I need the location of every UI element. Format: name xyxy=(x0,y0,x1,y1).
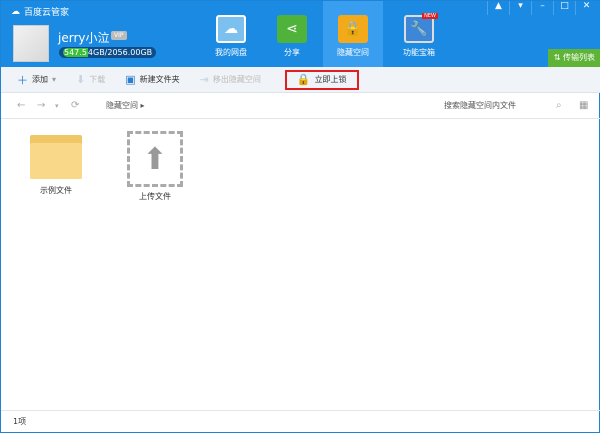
add-button[interactable]: ＋添加 ▾ xyxy=(13,70,60,90)
avatar[interactable] xyxy=(13,25,49,62)
close-icon[interactable]: ✕ xyxy=(575,1,597,15)
back-icon[interactable]: ← xyxy=(17,100,25,111)
breadcrumb[interactable]: 隐藏空间 ▸ xyxy=(106,100,145,111)
search-icon[interactable]: ⌕ xyxy=(556,100,562,111)
move-out-icon: ⇥ xyxy=(199,73,209,86)
folder-item[interactable]: 示例文件 xyxy=(26,131,86,196)
plus-icon: ＋ xyxy=(17,73,28,87)
tab-toolbox[interactable]: 🔧 NEW 功能宝箱 xyxy=(389,1,449,67)
transfer-list-button[interactable]: ⇅ 传输列表 xyxy=(547,49,600,67)
tab-hidden-space[interactable]: 🔒 隐藏空间 xyxy=(323,1,383,67)
lock-shield-icon: 🔒 xyxy=(338,15,368,43)
baidu-cloud-icon: ☁ xyxy=(11,6,20,17)
header: ☁ 百度云管家 jerry小泣 VIP 547.54GB/2056.00GB ☁ 我… xyxy=(1,1,600,67)
toolbar: ＋添加 ▾ ⬇ 下载 ▣ 新建文件夹 ⇥ 移出隐藏空间 🔒 立即上锁 xyxy=(1,67,600,93)
cloud-icon: ☁ xyxy=(216,15,246,43)
app-logo: ☁ 百度云管家 xyxy=(11,6,70,19)
transfer-icon: ⇅ xyxy=(553,53,563,62)
quota-bar: 547.54GB/2056.00GB xyxy=(59,47,157,58)
window-controls: ▲ ▾ – □ ✕ xyxy=(487,1,597,15)
forward-icon[interactable]: → xyxy=(37,100,45,111)
download-button[interactable]: ⬇ 下载 xyxy=(72,70,109,90)
new-folder-icon: ▣ xyxy=(125,73,136,86)
refresh-icon[interactable]: ⟳ xyxy=(71,100,79,111)
download-icon: ⬇ xyxy=(76,73,86,86)
search-input[interactable]: 搜索隐藏空间内文件 xyxy=(444,100,516,111)
status-bar: 1项 xyxy=(1,410,600,432)
move-out-button[interactable]: ⇥ 移出隐藏空间 xyxy=(196,70,265,90)
bell-icon[interactable]: ▲ xyxy=(487,1,509,15)
new-badge: NEW xyxy=(422,13,438,19)
lock-icon: 🔒 xyxy=(296,73,311,86)
tab-my-disk[interactable]: ☁ 我的网盘 xyxy=(201,1,261,67)
share-icon: ⋖ xyxy=(277,15,307,43)
wrench-icon: 🔧 NEW xyxy=(404,13,438,43)
nav-bar: ← → ▾ ⟳ 隐藏空间 ▸ 搜索隐藏空间内文件 ⌕ ▦ xyxy=(1,93,600,119)
menu-dropdown-icon[interactable]: ▾ xyxy=(509,1,531,15)
grid-view-icon[interactable]: ▦ xyxy=(579,100,588,111)
chevron-down-icon: ▾ xyxy=(52,75,57,84)
new-folder-button[interactable]: ▣ 新建文件夹 xyxy=(121,70,183,90)
history-dropdown-icon[interactable]: ▾ xyxy=(55,102,59,110)
vip-badge[interactable]: VIP xyxy=(111,31,127,40)
maximize-icon[interactable]: □ xyxy=(553,1,575,15)
upload-file-item[interactable]: ⬆ 上传文件 xyxy=(125,131,185,202)
folder-icon xyxy=(30,131,82,179)
lock-now-button[interactable]: 🔒 立即上锁 xyxy=(284,69,359,90)
tab-share[interactable]: ⋖ 分享 xyxy=(262,1,322,67)
username[interactable]: jerry小泣 xyxy=(58,29,109,46)
minimize-icon[interactable]: – xyxy=(531,1,553,15)
upload-arrow-icon: ⬆ xyxy=(127,131,183,187)
